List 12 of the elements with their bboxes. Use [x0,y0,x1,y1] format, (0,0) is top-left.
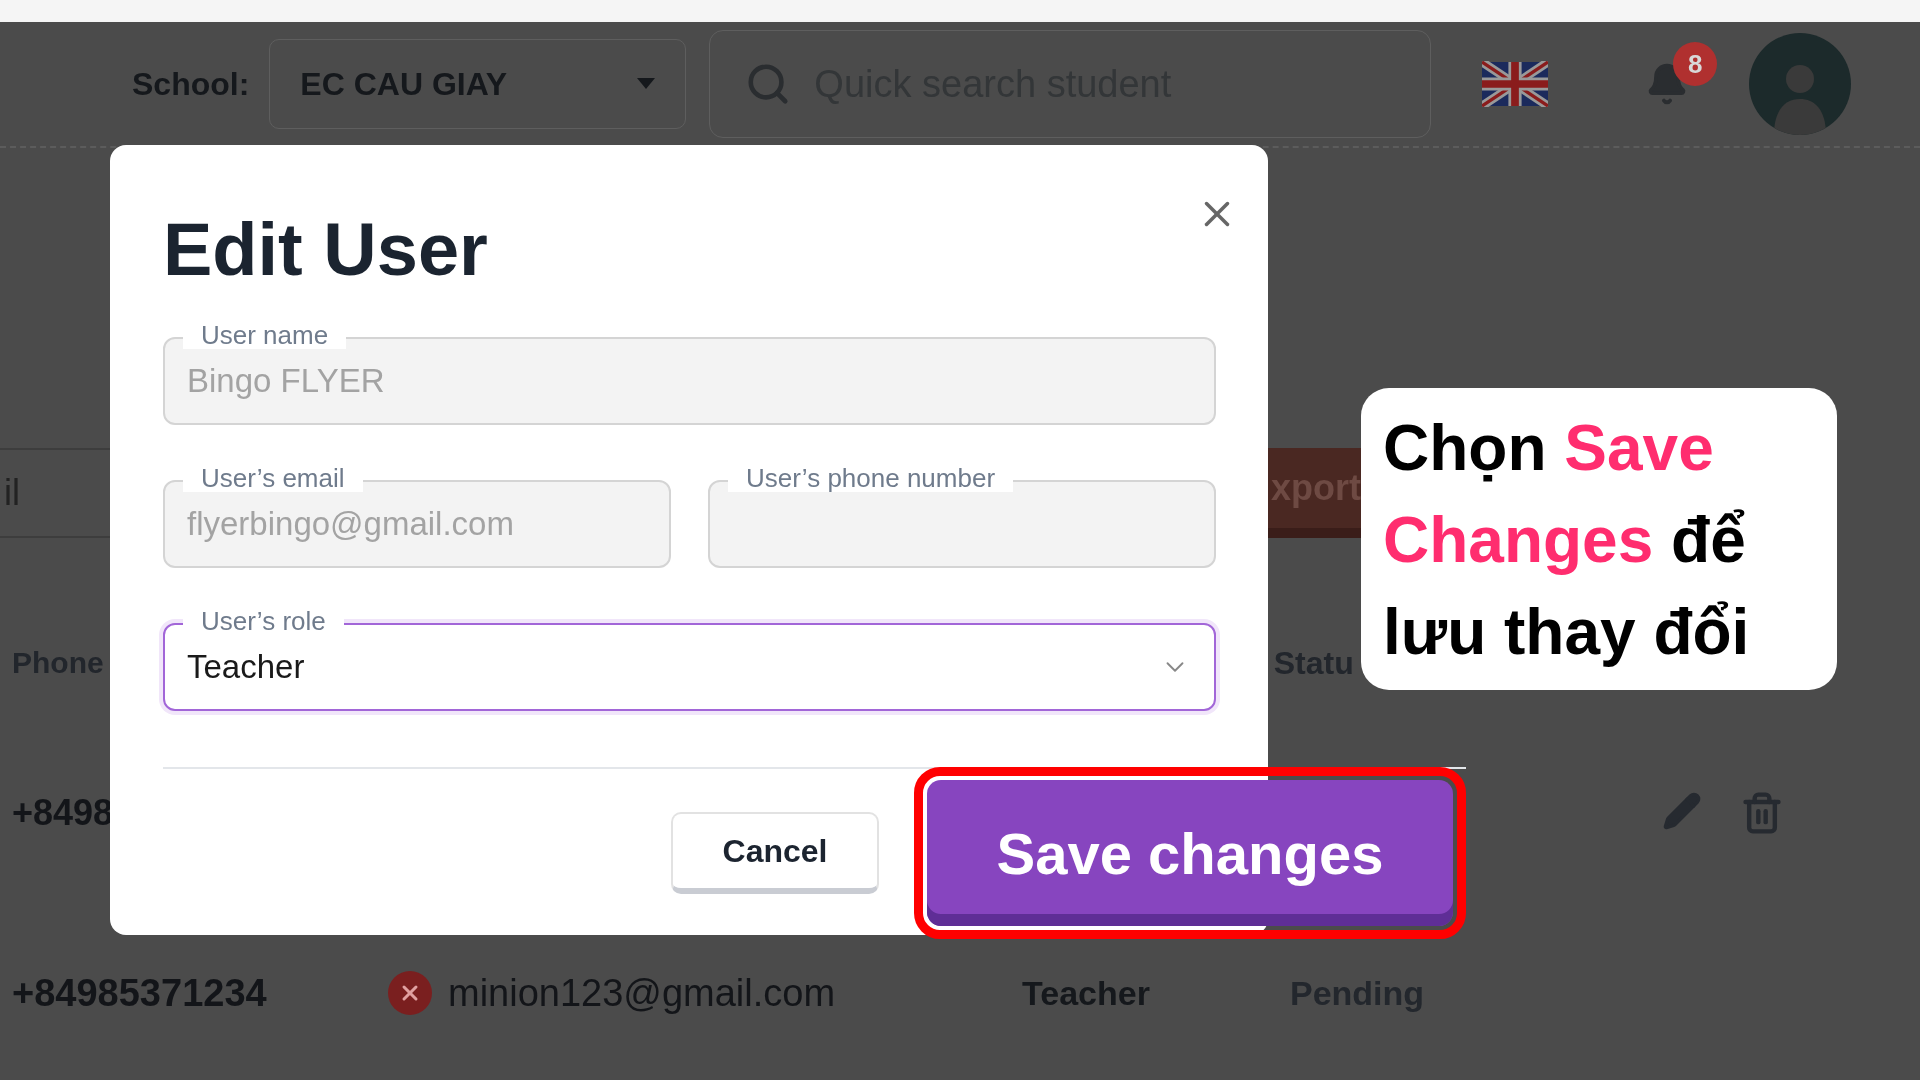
cancel-button[interactable]: Cancel [671,812,879,894]
trash-icon[interactable] [1740,791,1784,835]
email-cell-text: minion123@gmail.com [448,971,837,1015]
save-button[interactable]: Save changes [927,780,1453,926]
edit-icon[interactable] [1662,791,1702,831]
phone-cell-text: +8498 [12,792,115,834]
callout-text: Chọn Save Changes để lưu thay đổi [1361,388,1837,690]
phone-cell-text: +84985371234 [12,971,268,1015]
notification-badge: 8 [1673,42,1718,86]
caret-icon [637,78,656,90]
flag-icon[interactable] [1482,61,1549,107]
dialog-title: Edit User [163,207,488,292]
